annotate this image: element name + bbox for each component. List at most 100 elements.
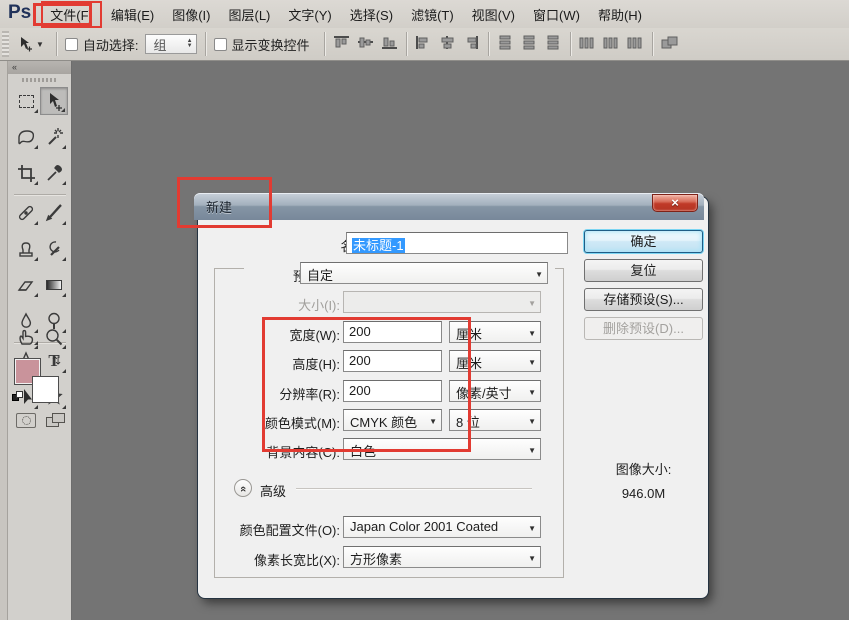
menu-filter[interactable]: 滤镜(T) [402, 1, 463, 28]
move-tool[interactable] [40, 87, 68, 115]
align-right-edges-icon[interactable] [463, 35, 480, 53]
auto-select-scope-value: 组 [154, 35, 167, 54]
save-preset-button[interactable]: 存储预设(S)... [584, 288, 703, 311]
panel-grip[interactable] [22, 78, 56, 82]
annotation-box-dialog-title [177, 177, 272, 228]
lasso-tool[interactable] [12, 123, 40, 151]
menu-image[interactable]: 图像(I) [163, 1, 219, 28]
tool-preset-caret-icon[interactable]: ▼ [36, 40, 44, 49]
pixel-aspect-dropdown[interactable]: 方形像素 ▼ [343, 546, 541, 568]
dropdown-arrow-icon: ▼ [528, 524, 536, 533]
quick-selection-tool[interactable] [40, 123, 68, 151]
move-icon [43, 90, 65, 112]
annotation-box-dimension-fields [262, 317, 471, 452]
screen-mode-button[interactable] [46, 413, 68, 429]
swap-colors-icon[interactable]: ⇄ [50, 356, 63, 365]
eyedropper-icon [43, 162, 65, 184]
history-brush-icon [43, 238, 65, 260]
photoshop-window: Ps 文件(F) 编辑(E) 图像(I) 图层(L) 文字(Y) 选择(S) 滤… [0, 0, 849, 620]
dropdown-arrow-icon: ▼ [528, 358, 536, 367]
default-colors-icon[interactable] [12, 391, 23, 403]
distribute-bottom-edges-icon[interactable] [545, 35, 562, 53]
auto-align-layers-icon[interactable] [661, 35, 680, 53]
tool-divider [14, 194, 66, 195]
brush-icon [43, 202, 65, 224]
color-profile-value: Japan Color 2001 Coated [350, 519, 498, 534]
align-left-edges-icon[interactable] [415, 35, 432, 53]
background-color-swatch[interactable] [32, 376, 59, 403]
panel-edge-strip [0, 61, 8, 620]
close-icon: × [671, 195, 679, 210]
rectangular-marquee-tool[interactable] [12, 87, 40, 115]
menu-edit[interactable]: 编辑(E) [102, 1, 163, 28]
menu-type[interactable]: 文字(Y) [279, 1, 340, 28]
name-value-selected: 未标题-1 [352, 238, 405, 253]
menu-layer[interactable]: 图层(L) [219, 1, 279, 28]
preset-dropdown[interactable]: 自定▼ [300, 262, 548, 284]
tools-panel: « T [8, 61, 72, 620]
hand-tool[interactable] [12, 323, 40, 351]
options-separator [205, 32, 206, 56]
align-horizontal-centers-icon[interactable] [439, 35, 456, 53]
distribute-top-edges-icon[interactable] [497, 35, 514, 53]
gradient-tool[interactable] [40, 271, 68, 299]
align-bottom-edges-icon[interactable] [381, 35, 398, 53]
clone-stamp-tool[interactable] [12, 235, 40, 263]
dropdown-arrow-icon: ▼ [528, 329, 536, 338]
distribute-right-edges-icon[interactable] [627, 35, 644, 53]
distribute-horizontal-centers-icon[interactable] [603, 35, 620, 53]
align-icon-group-2 [415, 35, 480, 53]
image-size-label: 图像大小: [584, 459, 703, 478]
auto-select-checkbox[interactable] [65, 38, 78, 51]
zoom-tool[interactable] [40, 323, 68, 351]
show-transform-checkbox[interactable] [214, 38, 227, 51]
dropdown-arrow-icon: ▼ [535, 270, 543, 279]
reset-button[interactable]: 复位 [584, 259, 703, 282]
dropdown-stepper-icon: ▲▼ [187, 39, 193, 49]
distribute-left-edges-icon[interactable] [579, 35, 596, 53]
color-profile-dropdown[interactable]: Japan Color 2001 Coated ▼ [343, 516, 541, 538]
crop-tool[interactable] [12, 159, 40, 187]
name-input[interactable]: 未标题-1 [346, 232, 568, 254]
eyedropper-tool[interactable] [40, 159, 68, 187]
panel-collapse-header[interactable]: « [8, 61, 71, 74]
menu-window[interactable]: 窗口(W) [524, 1, 589, 28]
advanced-toggle-button[interactable]: « [234, 479, 252, 497]
pixel-aspect-value: 方形像素 [350, 552, 402, 567]
brush-tool[interactable] [40, 199, 68, 227]
auto-select-label: 自动选择: [83, 35, 139, 54]
screen-mode-icon [52, 413, 65, 423]
options-bar-grip[interactable] [2, 31, 9, 57]
menu-select[interactable]: 选择(S) [341, 1, 402, 28]
align-top-edges-icon[interactable] [333, 35, 350, 53]
close-button[interactable]: × [652, 194, 698, 212]
healing-brush-icon [15, 202, 37, 224]
distribute-vertical-centers-icon[interactable] [521, 35, 538, 53]
align-vertical-centers-icon[interactable] [357, 35, 374, 53]
quick-mask-button[interactable] [16, 413, 36, 428]
pixel-aspect-label: 像素长宽比(X): [190, 550, 340, 569]
groupbox-line [563, 268, 564, 578]
chevron-up-icon: « [235, 486, 251, 492]
auto-select-scope-dropdown[interactable]: 组 ▲▼ [145, 34, 197, 54]
eraser-icon [15, 274, 37, 296]
current-tool-preview[interactable]: ▼ [13, 36, 48, 52]
align-icon-group [333, 35, 398, 53]
dropdown-arrow-icon: ▼ [528, 554, 536, 563]
hand-icon [15, 326, 37, 348]
menu-view[interactable]: 视图(V) [463, 1, 524, 28]
ok-button[interactable]: 确定 [584, 230, 703, 253]
groupbox-line [555, 268, 564, 269]
history-brush-tool[interactable] [40, 235, 68, 263]
spot-healing-brush-tool[interactable] [12, 199, 40, 227]
advanced-label: 高级 [260, 481, 286, 500]
menu-help[interactable]: 帮助(H) [589, 1, 651, 28]
advanced-divider [296, 488, 532, 489]
options-separator [652, 32, 653, 56]
move-tool-icon [17, 36, 33, 52]
dropdown-arrow-icon: ▼ [528, 446, 536, 455]
marquee-icon [19, 95, 34, 108]
options-bar: ▼ 自动选择: 组 ▲▼ 显示变换控件 [0, 28, 849, 61]
lasso-icon [15, 126, 37, 148]
eraser-tool[interactable] [12, 271, 40, 299]
